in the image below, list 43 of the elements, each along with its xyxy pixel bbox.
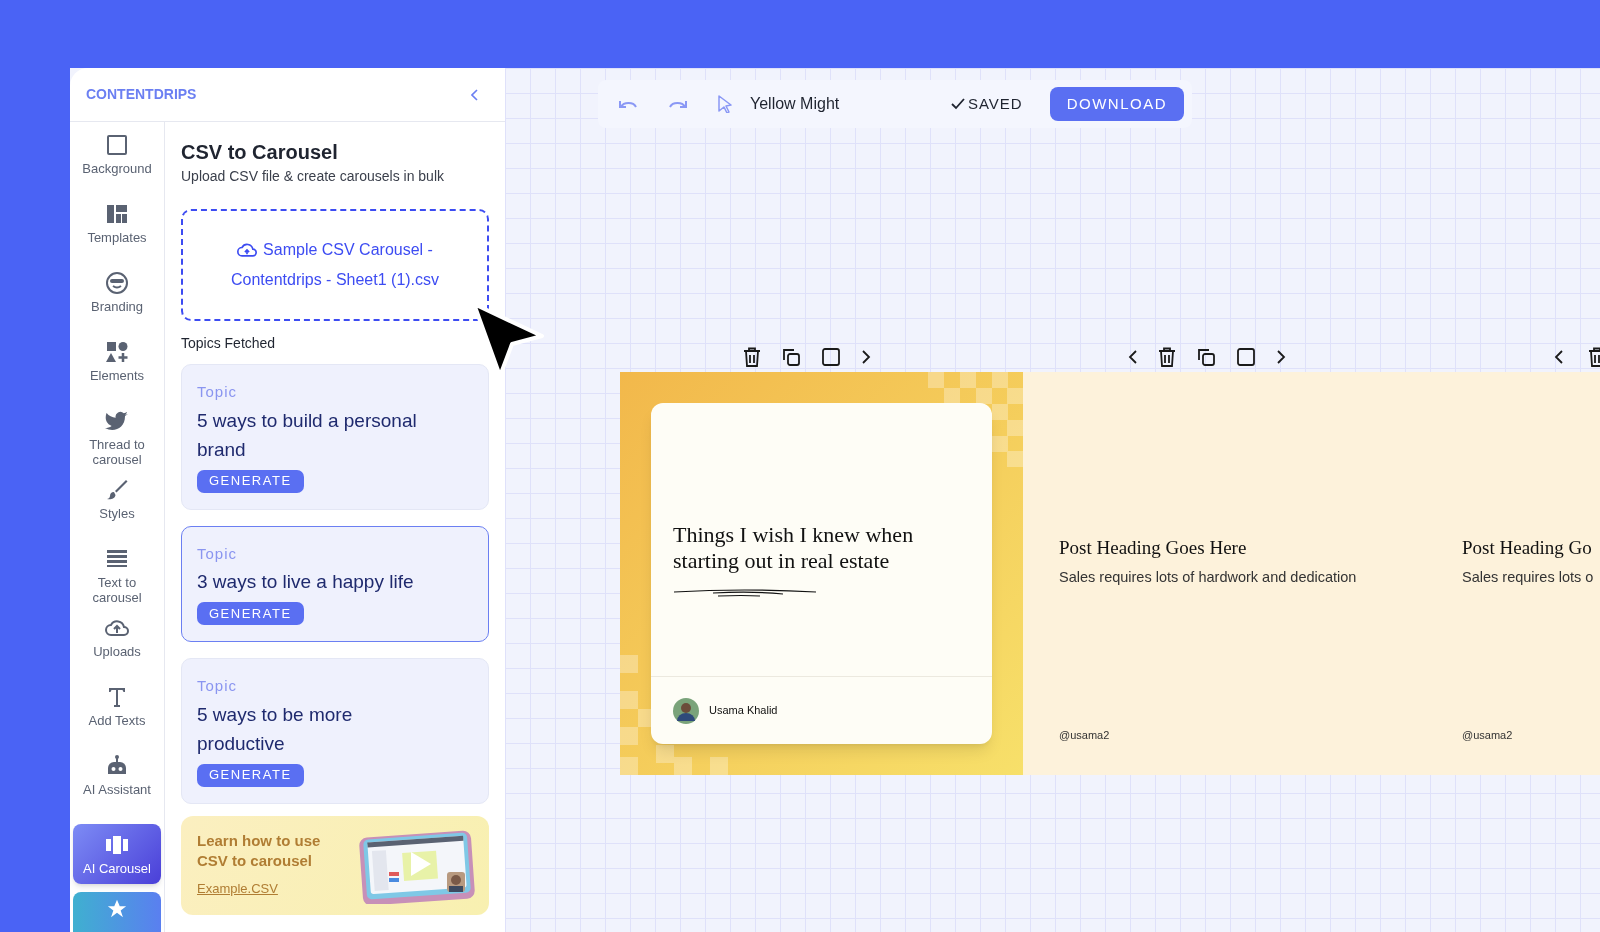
sidebar-item[interactable]: Background <box>73 130 161 194</box>
topic-card[interactable]: Topic 5 ways to be more productive GENERATE <box>181 658 489 804</box>
sidebar-item[interactable]: AI Carousel <box>73 824 161 884</box>
slide[interactable]: Post Heading Go Sales requires lots o @usama2 <box>1426 372 1600 775</box>
document-name[interactable]: Yellow Might <box>750 92 840 116</box>
slide-heading: Things I wish I knew when starting out in real estate <box>673 521 915 574</box>
saved-status: SAVED <box>967 93 1023 114</box>
slide-handle: @usama2 <box>1462 727 1513 743</box>
download-button[interactable]: DOWNLOAD <box>1049 87 1184 121</box>
generate-button[interactable]: GENERATE <box>197 469 304 493</box>
brand-logo[interactable]: CONTENTDRIPS <box>86 84 197 105</box>
sidebar-item[interactable]: Add Texts <box>73 682 161 746</box>
slide[interactable]: Post Heading Goes Here Sales requires lots of hardwork and dedication @usama2 <box>1023 372 1426 775</box>
author-name: Usama Khalid <box>709 703 778 719</box>
topic-label: Topic <box>197 543 238 564</box>
slide-heading: Post Heading Go <box>1462 536 1592 560</box>
sidebar-item[interactable]: Thread to carousel <box>73 406 161 470</box>
promo-title: Learn how to use CSV to carousel <box>197 831 322 872</box>
sidebar-item[interactable]: Text to carousel <box>73 544 161 608</box>
panel-subtitle: Upload CSV file & create carousels in bulk <box>181 167 446 186</box>
sidebar-item[interactable]: Templates <box>73 199 161 263</box>
topic-label: Topic <box>197 382 238 402</box>
slide-handle: @usama2 <box>1059 727 1110 743</box>
generate-button[interactable]: GENERATE <box>197 602 304 625</box>
section-label: Topics Fetched <box>181 334 277 353</box>
slide-body: Sales requires lots o <box>1462 567 1594 587</box>
topic-label: Topic <box>197 676 238 696</box>
topic-title: 5 ways to be more productive <box>197 702 354 756</box>
topic-card[interactable]: Topic 5 ways to build a personal brand GENERATE <box>181 364 489 510</box>
sidebar-item[interactable]: Uploads <box>73 613 161 677</box>
sidebar-item[interactable]: Styles <box>73 475 161 539</box>
uploaded-file-name: Sample CSV Carousel - Contentdrips - Sheet1 (1).csv <box>229 240 441 290</box>
topic-card[interactable]: Topic 3 ways to live a happy life GENERATE <box>181 525 489 642</box>
panel-title: CSV to Carousel <box>181 140 339 164</box>
generate-button[interactable]: GENERATE <box>197 763 304 787</box>
slide-heading: Post Heading Goes Here <box>1059 536 1247 560</box>
sidebar-item[interactable]: Elements <box>73 337 161 401</box>
slide[interactable]: Things I wish I knew when starting out in real estate Usama Khalid <box>620 372 1023 775</box>
topic-title: 5 ways to build a personal brand <box>197 408 418 462</box>
sidebar-item[interactable]: Branding <box>73 268 161 332</box>
slide-body: Sales requires lots of hardwork and dedication <box>1059 567 1357 587</box>
sidebar-item[interactable]: AI Assistant <box>73 751 161 815</box>
topic-title: 3 ways to live a happy life <box>197 570 415 594</box>
